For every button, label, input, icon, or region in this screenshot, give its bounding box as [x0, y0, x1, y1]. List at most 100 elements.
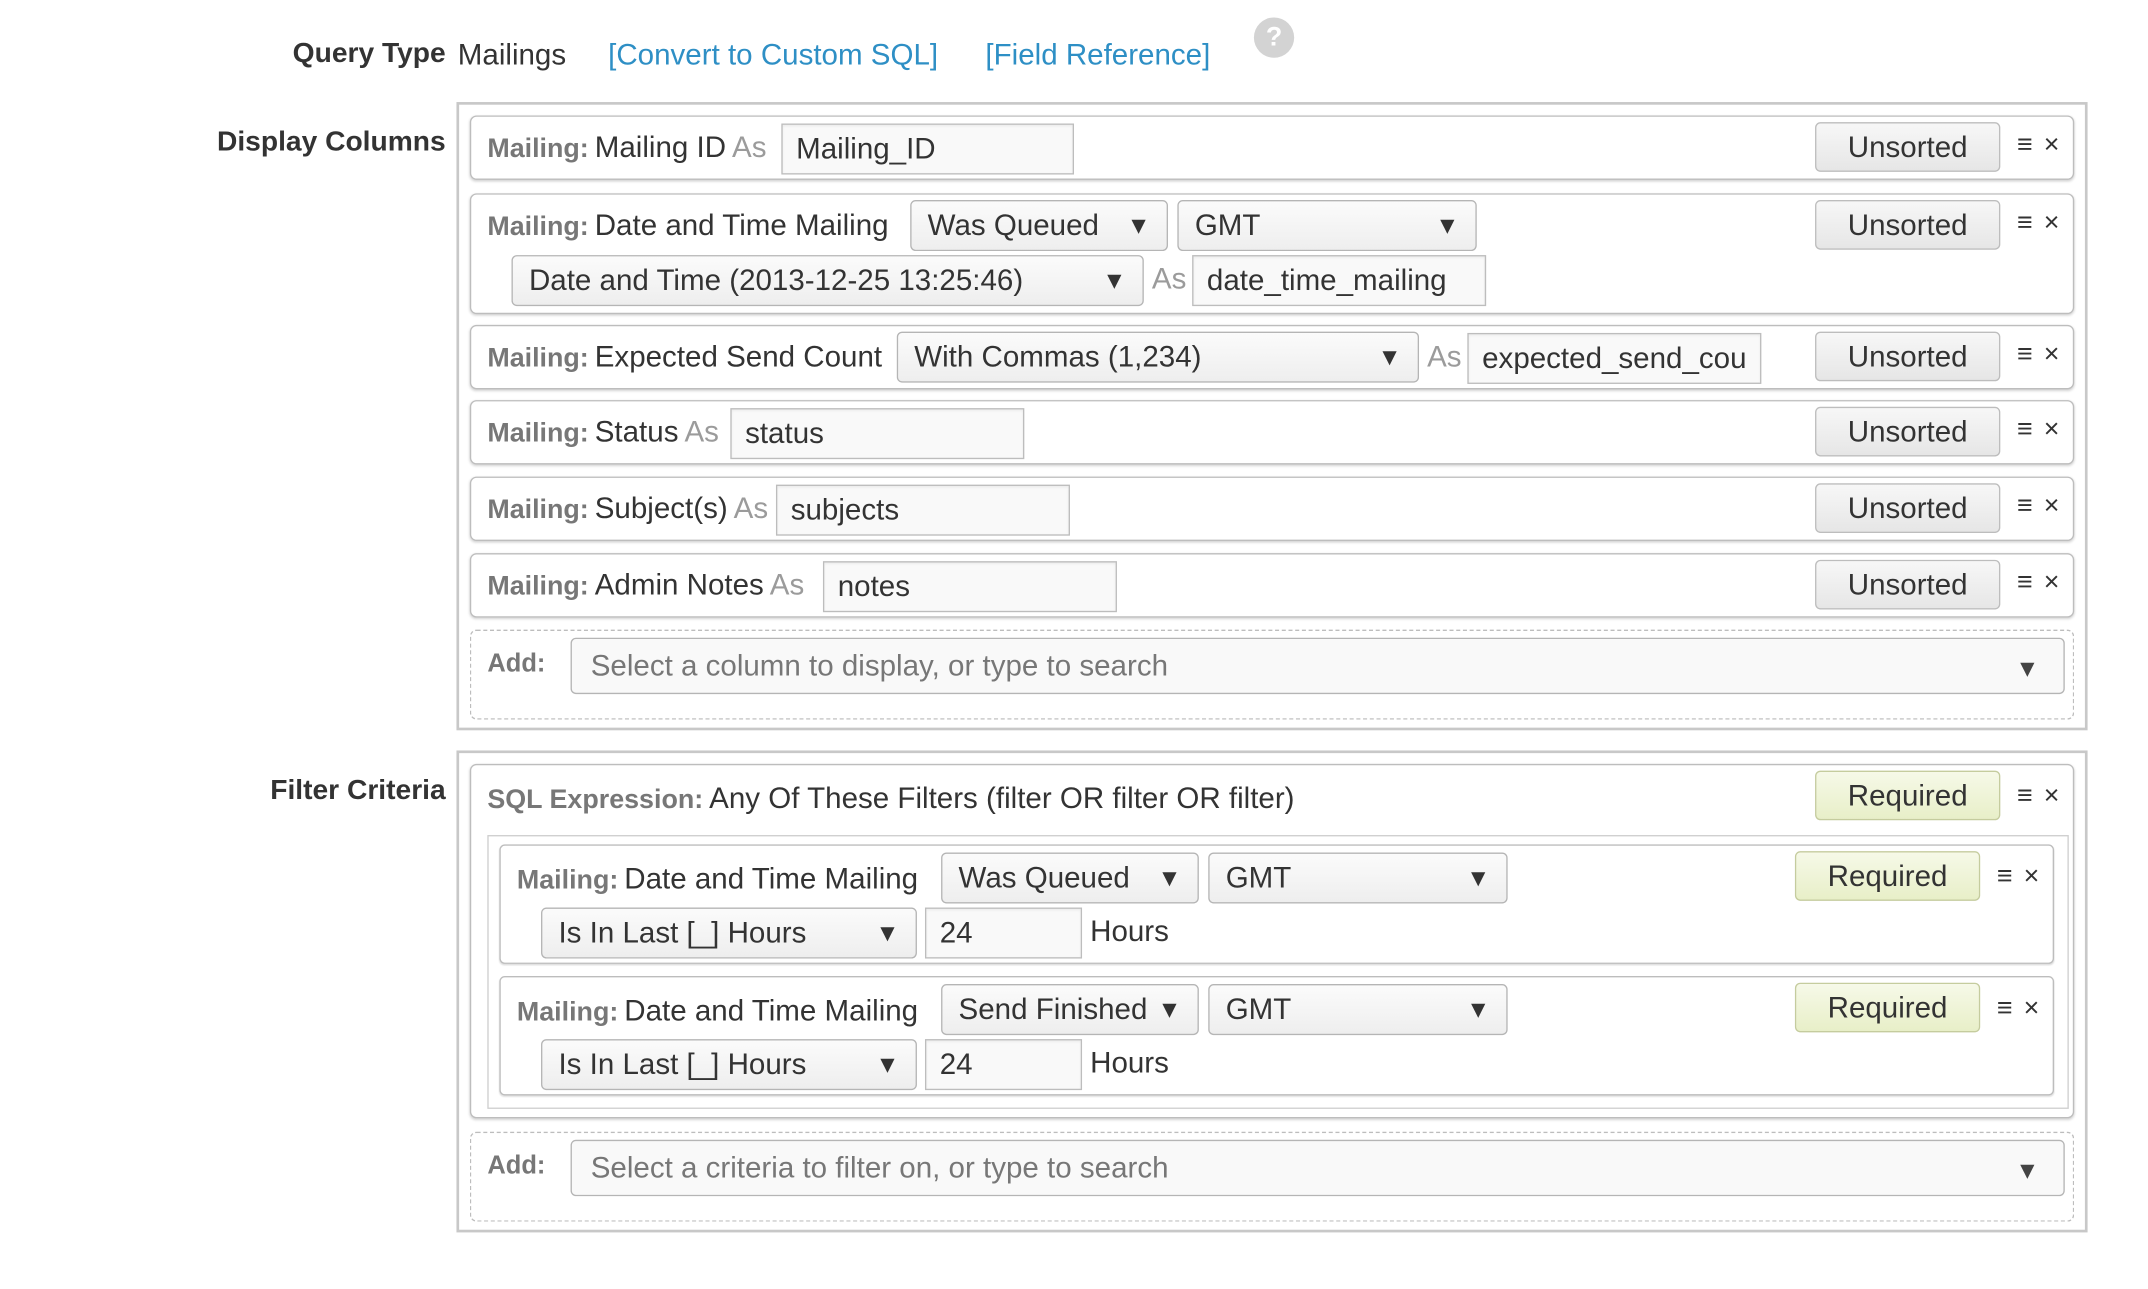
condition-select[interactable]: Is In Last [_] Hours ▼	[541, 907, 917, 959]
drag-handle-icon[interactable]: ≡	[1997, 862, 2013, 893]
chevron-down-icon: ▼	[875, 1051, 900, 1079]
alias-input[interactable]: status	[730, 408, 1025, 460]
chevron-down-icon: ▼	[1466, 996, 1491, 1023]
column-row-mailing-id: Mailing: Mailing ID As Mailing_ID Unsort…	[469, 115, 2075, 180]
drag-handle-icon[interactable]: ≡	[2017, 208, 2033, 239]
query-type-label: Query Type	[292, 37, 446, 69]
hours-unit-label: Hours	[1090, 1045, 1169, 1080]
add-criteria-row: Add: Select a criteria to filter on, or …	[469, 1131, 2075, 1222]
remove-icon[interactable]: ×	[2044, 415, 2060, 446]
sort-button[interactable]: Unsorted	[1815, 122, 2001, 172]
filter-criteria-label: Filter Criteria	[270, 774, 446, 806]
chevron-down-icon: ▼	[1157, 864, 1182, 892]
row-field: Expected Send Count	[594, 339, 883, 374]
remove-icon[interactable]: ×	[2044, 568, 2060, 599]
remove-icon[interactable]: ×	[2044, 130, 2060, 161]
select-value: Send Finished	[958, 992, 1148, 1026]
select-value: With Commas (1,234)	[914, 339, 1202, 374]
row-prefix: Mailing:	[516, 865, 619, 896]
chevron-down-icon: ▼	[1377, 343, 1402, 371]
help-icon[interactable]: ?	[1253, 17, 1295, 58]
remove-icon[interactable]: ×	[2044, 340, 2060, 371]
column-row-subjects: Mailing: Subject(s) As subjects Unsorted…	[469, 476, 2075, 542]
sort-button[interactable]: Unsorted	[1815, 406, 2001, 457]
date-event-select[interactable]: Was Queued ▼	[910, 200, 1168, 252]
sort-button[interactable]: Unsorted	[1815, 200, 2001, 250]
sort-button[interactable]: Unsorted	[1815, 483, 2001, 533]
filter-group: Mailing: Date and Time Mailing Was Queue…	[487, 835, 2069, 1109]
as-label: As	[1151, 261, 1187, 296]
date-event-select[interactable]: Was Queued ▼	[941, 852, 1199, 904]
as-label: As	[732, 130, 767, 164]
add-column-row: Add: Select a column to display, or type…	[469, 629, 2075, 720]
filter-row-send-finished: Mailing: Date and Time Mailing Send Fini…	[499, 975, 2055, 1096]
add-criteria-select[interactable]: Select a criteria to filter on, or type …	[570, 1139, 2065, 1197]
alias-input[interactable]: expected_send_cou	[1467, 332, 1762, 384]
hours-unit-label: Hours	[1090, 914, 1169, 948]
row-prefix: Mailing:	[487, 418, 589, 449]
date-format-select[interactable]: Date and Time (2013-12-25 13:25:46) ▼	[511, 255, 1144, 307]
chevron-down-icon: ▼	[875, 919, 900, 947]
row-prefix: SQL Expression:	[487, 785, 704, 815]
drag-handle-icon[interactable]: ≡	[2017, 130, 2033, 161]
convert-to-sql-link[interactable]: [Convert to Custom SQL]	[608, 38, 938, 73]
date-event-select[interactable]: Send Finished ▼	[941, 984, 1199, 1036]
timezone-select[interactable]: GMT ▼	[1208, 852, 1508, 904]
select-value: GMT	[1225, 860, 1292, 895]
field-reference-link[interactable]: [Field Reference]	[985, 38, 1210, 73]
filter-criteria-box: SQL Expression: Any Of These Filters (fi…	[456, 750, 2088, 1233]
remove-icon[interactable]: ×	[2024, 862, 2040, 893]
select-value: Was Queued	[958, 860, 1130, 895]
remove-icon[interactable]: ×	[2024, 993, 2040, 1024]
required-button[interactable]: Required	[1794, 982, 1981, 1033]
remove-icon[interactable]: ×	[2044, 781, 2060, 812]
alias-input[interactable]: date_time_mailing	[1192, 255, 1487, 307]
chevron-down-icon: ▼	[1102, 267, 1127, 295]
row-prefix: Mailing:	[487, 212, 589, 242]
alias-input[interactable]: subjects	[775, 484, 1070, 536]
remove-icon[interactable]: ×	[2044, 491, 2060, 522]
drag-handle-icon[interactable]: ≡	[2017, 568, 2033, 599]
required-button[interactable]: Required	[1815, 770, 2001, 821]
display-columns-box: Mailing: Mailing ID As Mailing_ID Unsort…	[456, 102, 2088, 731]
column-row-admin-notes: Mailing: Admin Notes As notes Unsorted ≡…	[469, 553, 2075, 618]
condition-select[interactable]: Is In Last [_] Hours ▼	[541, 1039, 917, 1091]
number-format-select[interactable]: With Commas (1,234) ▼	[896, 331, 1420, 383]
select-value: Date and Time (2013-12-25 13:25:46)	[528, 263, 1024, 297]
sort-button[interactable]: Unsorted	[1815, 559, 2001, 610]
required-button[interactable]: Required	[1794, 851, 1981, 901]
as-label: As	[769, 567, 805, 602]
remove-icon[interactable]: ×	[2044, 208, 2060, 239]
row-field: Date and Time Mailing	[624, 993, 919, 1028]
chevron-down-icon: ▼	[1157, 996, 1182, 1023]
row-field: Date and Time Mailing	[624, 861, 919, 896]
select-value: GMT	[1225, 992, 1292, 1026]
add-column-placeholder: Select a column to display, or type to s…	[590, 648, 1169, 682]
hours-value-input[interactable]: 24	[924, 1039, 1083, 1091]
drag-handle-icon[interactable]: ≡	[2017, 781, 2033, 812]
chevron-down-icon: ▼	[2015, 655, 2040, 682]
alias-input[interactable]: notes	[822, 561, 1117, 613]
timezone-select[interactable]: GMT ▼	[1177, 200, 1477, 252]
add-column-select[interactable]: Select a column to display, or type to s…	[570, 637, 2065, 695]
drag-handle-icon[interactable]: ≡	[2017, 491, 2033, 522]
drag-handle-icon[interactable]: ≡	[1997, 993, 2013, 1024]
row-field: Subject(s)	[594, 491, 728, 525]
hours-value-input[interactable]: 24	[924, 907, 1083, 959]
sort-button[interactable]: Unsorted	[1815, 331, 2001, 382]
query-builder: Query Type Mailings [Convert to Custom S…	[0, 0, 2148, 1289]
row-field: Date and Time Mailing	[594, 208, 889, 242]
row-prefix: Mailing:	[487, 343, 589, 374]
alias-input[interactable]: Mailing_ID	[781, 123, 1074, 175]
timezone-select[interactable]: GMT ▼	[1208, 984, 1508, 1036]
row-prefix: Mailing:	[487, 134, 589, 164]
add-label: Add:	[487, 649, 546, 678]
drag-handle-icon[interactable]: ≡	[2017, 415, 2033, 446]
as-label: As	[1427, 339, 1462, 374]
add-label: Add:	[487, 1151, 546, 1181]
column-row-expected-send-count: Mailing: Expected Send Count With Commas…	[469, 324, 2075, 390]
chevron-down-icon: ▼	[2015, 1157, 2040, 1185]
as-label: As	[733, 491, 769, 525]
drag-handle-icon[interactable]: ≡	[2017, 340, 2033, 371]
chevron-down-icon: ▼	[1466, 864, 1491, 892]
